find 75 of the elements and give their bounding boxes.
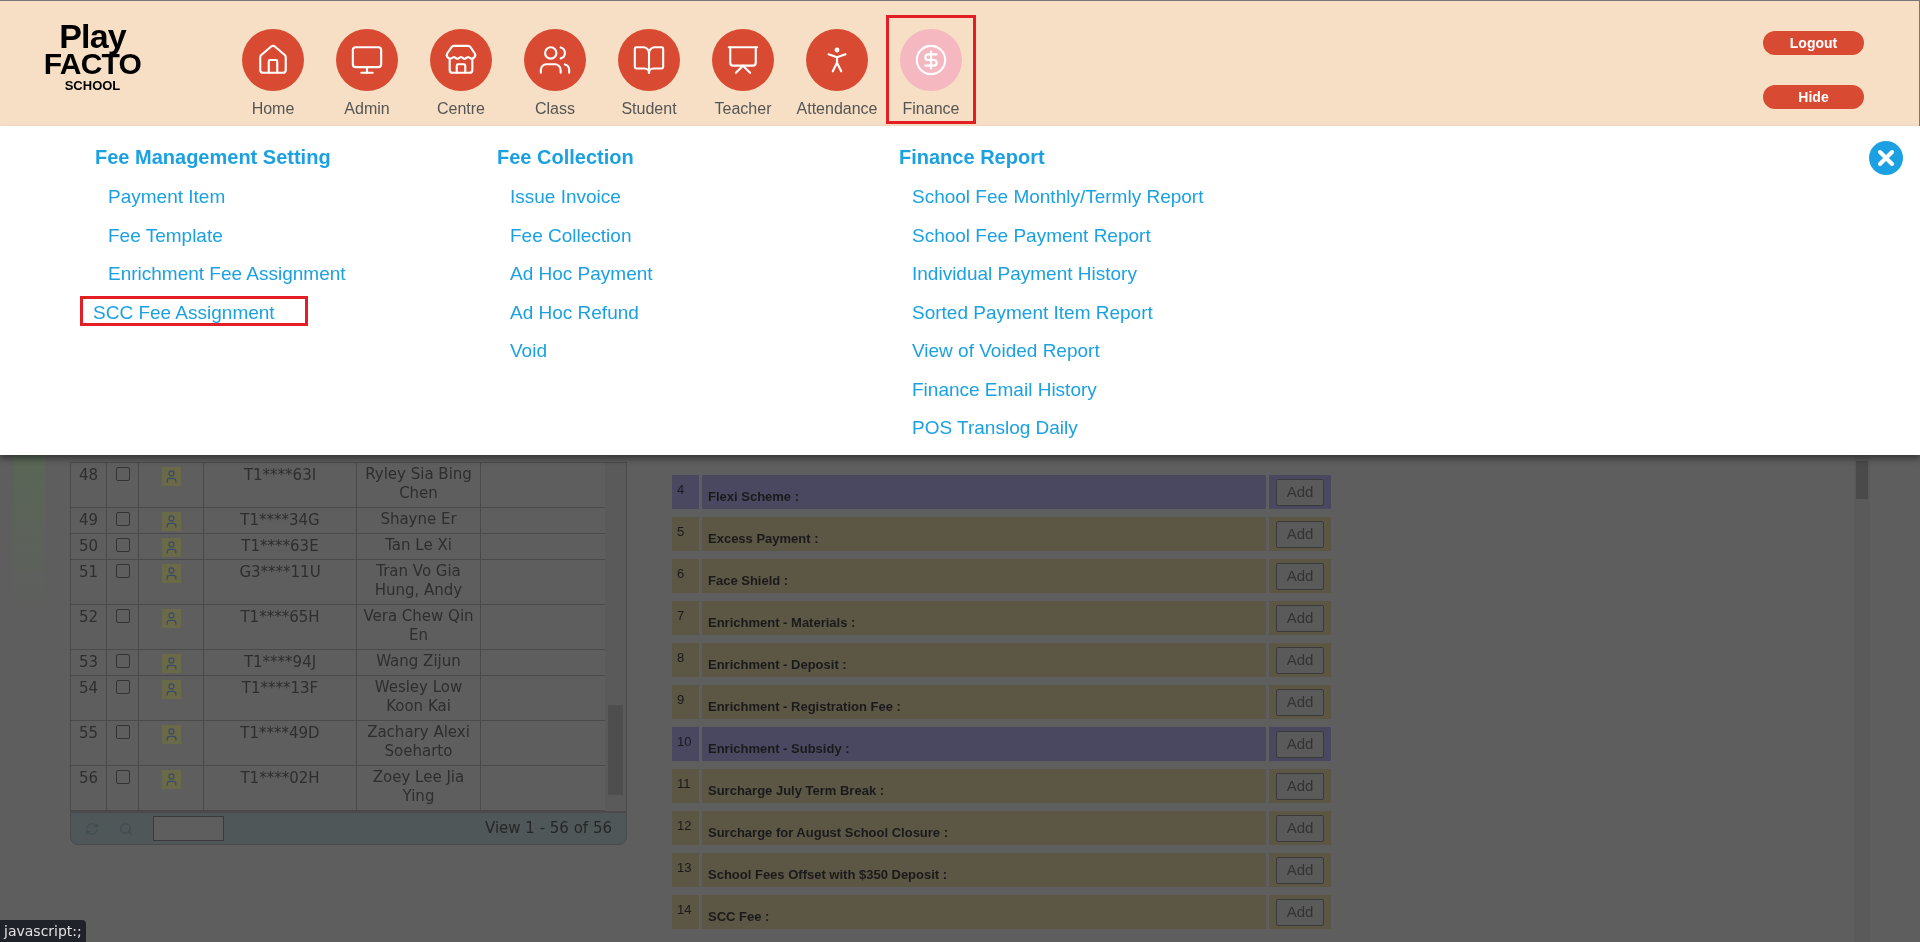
menu-link[interactable]: Finance Email History bbox=[909, 372, 1100, 403]
item-label: Enrichment - Materials : bbox=[702, 601, 1266, 635]
item-number: 7 bbox=[672, 601, 699, 635]
item-label: Surcharge for August School Closure : bbox=[702, 811, 1266, 845]
item-label: Enrichment - Registration Fee : bbox=[702, 685, 1266, 719]
item-label: Excess Payment : bbox=[702, 517, 1266, 551]
item-label: Enrichment - Subsidy : bbox=[702, 727, 1266, 761]
menu-link[interactable]: Ad Hoc Payment bbox=[507, 257, 656, 287]
scrollbar[interactable] bbox=[605, 463, 626, 811]
close-icon[interactable] bbox=[1869, 141, 1903, 175]
row-checkbox[interactable] bbox=[115, 654, 130, 668]
item-number: 9 bbox=[672, 685, 699, 719]
user-icon[interactable] bbox=[161, 770, 181, 789]
row-checkbox[interactable] bbox=[115, 770, 130, 784]
item-label: Surcharge July Term Break : bbox=[702, 769, 1266, 803]
item-number: 4 bbox=[672, 475, 699, 509]
user-icon[interactable] bbox=[161, 654, 181, 673]
menu-heading: Fee Management Setting bbox=[95, 145, 332, 170]
item-label: Flexi Scheme : bbox=[702, 475, 1266, 509]
user-icon[interactable] bbox=[161, 680, 181, 699]
item-number: 12 bbox=[672, 811, 699, 845]
menu-link[interactable]: Sorted Payment Item Report bbox=[909, 295, 1156, 326]
item-number: 10 bbox=[672, 727, 699, 761]
item-label: Enrichment - Deposit : bbox=[702, 643, 1266, 677]
nav-item[interactable]: Home bbox=[228, 15, 318, 124]
logo: Play FACTO SCHOOL bbox=[42, 19, 143, 95]
menu-link[interactable]: Payment Item bbox=[105, 180, 229, 210]
item-number: 6 bbox=[672, 559, 699, 593]
menu-link[interactable]: Void bbox=[507, 334, 550, 364]
menu-link[interactable]: SCC Fee Assignment bbox=[80, 295, 308, 326]
menu-link[interactable]: Enrichment Fee Assignment bbox=[105, 257, 349, 287]
nav-item[interactable]: Student bbox=[604, 15, 694, 124]
user-icon[interactable] bbox=[161, 538, 181, 557]
item-label: School Fees Offset with $350 Deposit : bbox=[702, 853, 1266, 887]
menu-link[interactable]: Ad Hoc Refund bbox=[507, 295, 642, 326]
row-checkbox[interactable] bbox=[115, 725, 130, 739]
nav-item[interactable]: Attendance bbox=[792, 15, 882, 124]
item-number: 13 bbox=[672, 853, 699, 887]
nav-item[interactable]: Admin bbox=[322, 15, 412, 124]
row-checkbox[interactable] bbox=[115, 467, 130, 481]
menu-heading: Fee Collection bbox=[497, 145, 635, 170]
item-label: Face Shield : bbox=[702, 559, 1266, 593]
logout-button[interactable]: Logout bbox=[1763, 31, 1864, 55]
user-icon[interactable] bbox=[161, 467, 181, 486]
menu-link[interactable]: Individual Payment History bbox=[909, 257, 1140, 287]
menu-link[interactable]: School Fee Payment Report bbox=[909, 218, 1154, 249]
menu-link[interactable]: Fee Collection bbox=[507, 218, 635, 249]
page-scrollbar[interactable] bbox=[1854, 455, 1870, 942]
item-number: 5 bbox=[672, 517, 699, 551]
nav-item[interactable]: Finance bbox=[886, 15, 976, 124]
user-icon[interactable] bbox=[161, 725, 181, 744]
row-checkbox[interactable] bbox=[115, 609, 130, 623]
item-number: 8 bbox=[672, 643, 699, 677]
row-checkbox[interactable] bbox=[115, 564, 130, 578]
hide-button[interactable]: Hide bbox=[1763, 85, 1864, 109]
item-number: 11 bbox=[672, 769, 699, 803]
user-icon[interactable] bbox=[161, 609, 181, 628]
menu-link[interactable]: Issue Invoice bbox=[507, 180, 624, 210]
menu-heading: Finance Report bbox=[899, 145, 1046, 170]
menu-link[interactable]: POS Translog Daily bbox=[909, 411, 1081, 441]
row-checkbox[interactable] bbox=[115, 680, 130, 694]
status-bar: javascript:; bbox=[0, 920, 86, 942]
user-icon[interactable] bbox=[161, 564, 181, 583]
menu-link[interactable]: School Fee Monthly/Termly Report bbox=[909, 180, 1207, 210]
item-number: 14 bbox=[672, 895, 699, 929]
search-field[interactable] bbox=[153, 816, 224, 841]
user-icon[interactable] bbox=[161, 512, 181, 531]
row-checkbox[interactable] bbox=[115, 538, 130, 552]
menu-link[interactable]: View of Voided Report bbox=[909, 334, 1103, 364]
nav-item[interactable]: Teacher bbox=[698, 15, 788, 124]
row-checkbox[interactable] bbox=[115, 512, 130, 526]
nav-item[interactable]: Class bbox=[510, 15, 600, 124]
nav-item[interactable]: Centre bbox=[416, 15, 506, 124]
menu-link[interactable]: Fee Template bbox=[105, 218, 226, 249]
item-label: SCC Fee : bbox=[702, 895, 1266, 929]
